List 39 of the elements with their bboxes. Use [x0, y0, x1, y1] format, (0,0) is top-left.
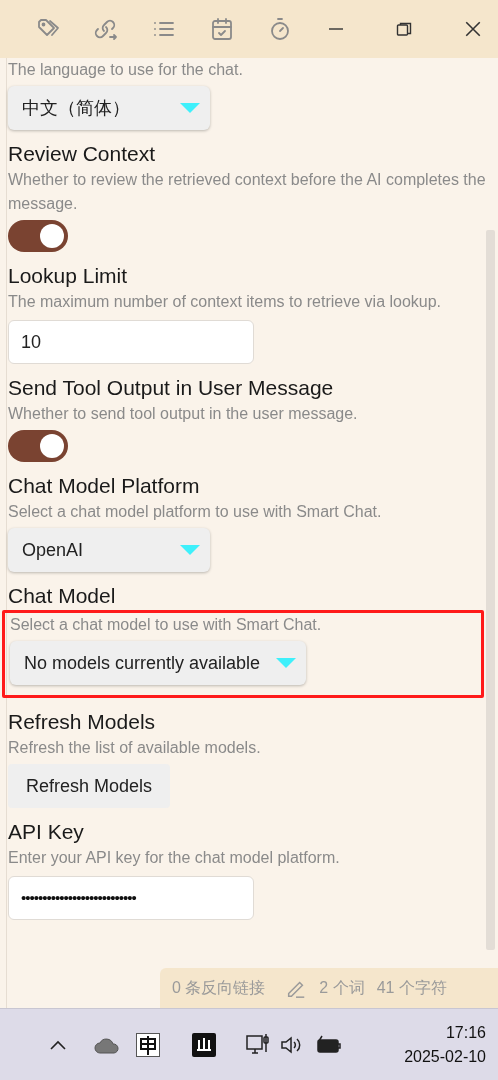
- setting-description: Enter your API key for the chat model platform.: [8, 848, 341, 868]
- chevron-up-icon[interactable]: [50, 1039, 66, 1050]
- setting-title: Chat Model: [8, 583, 117, 609]
- setting-description: Select a chat model to use with Smart Chat.: [10, 615, 323, 635]
- caret-icon: [276, 658, 297, 668]
- word-count: 2 个词: [319, 978, 365, 998]
- toggle-switch[interactable]: [8, 220, 68, 252]
- char-count: 41 个字符: [376, 978, 447, 998]
- clock-date[interactable]: 2025-02-10: [404, 1044, 486, 1069]
- setting-title: Send Tool Output in User Message: [8, 375, 335, 401]
- setting-title: Review Context: [8, 141, 157, 167]
- setting-title: API Key: [8, 819, 85, 845]
- link-icon[interactable]: [94, 17, 118, 41]
- toggle-switch[interactable]: [8, 430, 68, 462]
- setting-description: The maximum number of context items to retrieve via lookup.: [8, 292, 443, 312]
- battery-icon[interactable]: [316, 1034, 342, 1055]
- dropdown[interactable]: 中文（简体）: [8, 86, 210, 130]
- setting-description: Refresh the list of available models.: [8, 738, 262, 758]
- input-method-icon[interactable]: [136, 1032, 160, 1057]
- setting-title: Refresh Models: [8, 709, 157, 735]
- dropdown[interactable]: No models currently available: [10, 641, 307, 685]
- caret-icon: [180, 103, 200, 113]
- clock-time[interactable]: 17:16: [445, 1020, 486, 1045]
- app-icon[interactable]: [192, 1032, 216, 1057]
- input-field[interactable]: 10: [8, 320, 254, 364]
- close-icon[interactable]: [464, 20, 482, 38]
- restore-icon[interactable]: [396, 21, 412, 37]
- cloud-icon[interactable]: [94, 1035, 120, 1054]
- setting-title: Chat Model Platform: [8, 473, 201, 499]
- timer-icon[interactable]: [268, 17, 292, 41]
- dropdown[interactable]: OpenAI: [8, 528, 210, 572]
- caret-icon: [180, 545, 200, 555]
- setting-title: Lookup Limit: [8, 263, 129, 289]
- refresh-button[interactable]: Refresh Models: [8, 764, 171, 808]
- setting-description: The language to use for the chat.: [8, 60, 244, 80]
- setting-description: Whether to review the retrieved context before the AI completes the message.: [8, 170, 487, 214]
- setting-description: Select a chat model platform to use with Smart Chat.: [8, 502, 383, 522]
- setting-description: Whether to send tool output in the user message.: [8, 404, 359, 424]
- calendar-icon[interactable]: [210, 17, 234, 41]
